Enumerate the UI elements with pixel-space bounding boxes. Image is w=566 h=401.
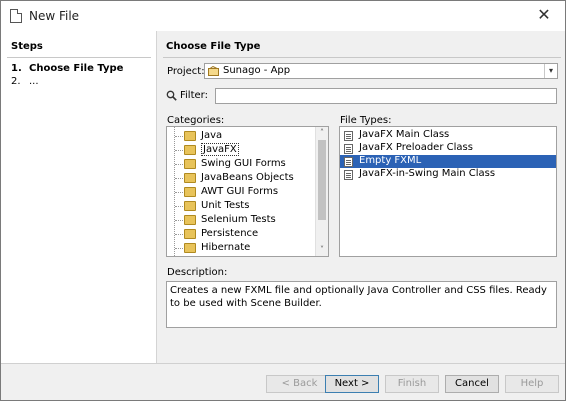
project-label: Project: bbox=[167, 66, 205, 77]
category-label: Hibernate bbox=[201, 242, 251, 253]
tree-connector bbox=[175, 206, 183, 207]
filter-input[interactable] bbox=[215, 88, 557, 104]
chevron-down-icon[interactable]: ▾ bbox=[544, 64, 557, 78]
list-item-javafx-in-swing-main-class[interactable]: JavaFX-in-Swing Main Class bbox=[340, 168, 556, 181]
tree-item-swing-gui-forms[interactable]: Swing GUI Forms bbox=[167, 157, 315, 171]
category-label: Persistence bbox=[201, 228, 259, 239]
list-item-javafx-main-class[interactable]: JavaFX Main Class bbox=[340, 129, 556, 142]
description-label: Description: bbox=[167, 267, 228, 278]
categories-tree[interactable]: Java JavaFX Swing GUI Forms JavaBeans Ob… bbox=[166, 126, 329, 257]
file-type-label: Empty FXML bbox=[359, 155, 422, 166]
step-label: ... bbox=[29, 76, 39, 87]
step-label: Choose File Type bbox=[29, 63, 124, 74]
category-label: Java bbox=[201, 130, 223, 141]
tree-item-awt-gui-forms[interactable]: AWT GUI Forms bbox=[167, 185, 315, 199]
title-divider bbox=[163, 57, 561, 58]
folder-icon bbox=[184, 201, 196, 211]
categories-label: Categories: bbox=[167, 115, 225, 126]
steps-title: Steps bbox=[11, 41, 43, 52]
step-number: 1. bbox=[11, 63, 22, 74]
folder-icon bbox=[184, 159, 196, 169]
tree-connector bbox=[175, 136, 183, 137]
tree-connector bbox=[175, 192, 183, 193]
search-icon bbox=[166, 90, 177, 101]
tree-connector bbox=[175, 164, 183, 165]
list-item-empty-fxml[interactable]: Empty FXML bbox=[340, 155, 556, 168]
file-types-label: File Types: bbox=[340, 115, 392, 126]
file-type-label: JavaFX-in-Swing Main Class bbox=[359, 168, 496, 179]
description-text: Creates a new FXML file and optionally J… bbox=[166, 281, 557, 328]
category-label: Unit Tests bbox=[201, 200, 250, 211]
folder-icon bbox=[184, 215, 196, 225]
close-button[interactable]: ✕ bbox=[523, 1, 565, 31]
file-type-label: JavaFX Preloader Class bbox=[359, 142, 473, 153]
back-button[interactable]: < Back bbox=[266, 375, 333, 393]
folder-icon bbox=[184, 173, 196, 183]
finish-button[interactable]: Finish bbox=[385, 375, 439, 393]
filter-label: Filter: bbox=[180, 90, 208, 101]
file-icon bbox=[344, 157, 353, 167]
cancel-button[interactable]: Cancel bbox=[445, 375, 499, 393]
tree-item-javafx[interactable]: JavaFX bbox=[167, 143, 315, 157]
title-bar: New File ✕ bbox=[1, 1, 565, 31]
folder-icon bbox=[184, 229, 196, 239]
chevron-up-icon[interactable]: ˄ bbox=[316, 127, 328, 139]
footer-divider bbox=[1, 363, 565, 364]
chevron-down-icon[interactable]: ˅ bbox=[316, 244, 328, 256]
help-button[interactable]: Help bbox=[505, 375, 559, 393]
file-icon bbox=[344, 170, 353, 180]
project-select[interactable]: Sunago - App ▾ bbox=[204, 63, 558, 79]
folder-icon bbox=[184, 187, 196, 197]
step-choose-file-type: 1. Choose File Type bbox=[11, 63, 123, 74]
list-item-javafx-preloader-class[interactable]: JavaFX Preloader Class bbox=[340, 142, 556, 155]
category-label: JavaFX bbox=[201, 143, 239, 156]
category-label: Swing GUI Forms bbox=[201, 158, 286, 169]
tree-connector bbox=[175, 248, 183, 249]
page-title: Choose File Type bbox=[166, 41, 261, 52]
tree-connector bbox=[175, 178, 183, 179]
new-file-dialog: New File ✕ Steps 1. Choose File Type 2...… bbox=[0, 0, 566, 401]
tree-item-hibernate[interactable]: Hibernate bbox=[167, 241, 315, 255]
tree-item-selenium-tests[interactable]: Selenium Tests bbox=[167, 213, 315, 227]
file-icon bbox=[344, 131, 353, 141]
folder-icon bbox=[184, 243, 196, 253]
file-type-label: JavaFX Main Class bbox=[359, 129, 450, 140]
step-number: 2. bbox=[11, 76, 21, 87]
window-title: New File bbox=[29, 9, 80, 23]
next-button[interactable]: Next > bbox=[325, 375, 379, 393]
steps-panel: Steps 1. Choose File Type 2.... bbox=[1, 31, 157, 363]
file-icon bbox=[344, 144, 353, 154]
project-value: Sunago - App bbox=[223, 65, 291, 76]
tree-item-javabeans-objects[interactable]: JavaBeans Objects bbox=[167, 171, 315, 185]
category-label: AWT GUI Forms bbox=[201, 186, 279, 197]
tree-item-persistence[interactable]: Persistence bbox=[167, 227, 315, 241]
tree-item-unit-tests[interactable]: Unit Tests bbox=[167, 199, 315, 213]
new-file-icon bbox=[10, 9, 22, 23]
tree-connector bbox=[175, 220, 183, 221]
tree-item-java[interactable]: Java bbox=[167, 129, 315, 143]
category-label: JavaBeans Objects bbox=[201, 172, 294, 183]
steps-divider bbox=[7, 57, 151, 58]
tree-connector bbox=[175, 150, 183, 151]
folder-icon bbox=[184, 145, 196, 155]
step-next: 2.... bbox=[11, 76, 39, 87]
tree-connector bbox=[175, 234, 183, 235]
file-types-list[interactable]: JavaFX Main Class JavaFX Preloader Class… bbox=[339, 126, 557, 257]
categories-scrollbar[interactable]: ˄ ˅ bbox=[315, 127, 328, 256]
scrollbar-thumb[interactable] bbox=[318, 140, 326, 220]
folder-icon bbox=[184, 131, 196, 141]
category-label: Selenium Tests bbox=[201, 214, 276, 225]
project-icon bbox=[208, 66, 219, 76]
